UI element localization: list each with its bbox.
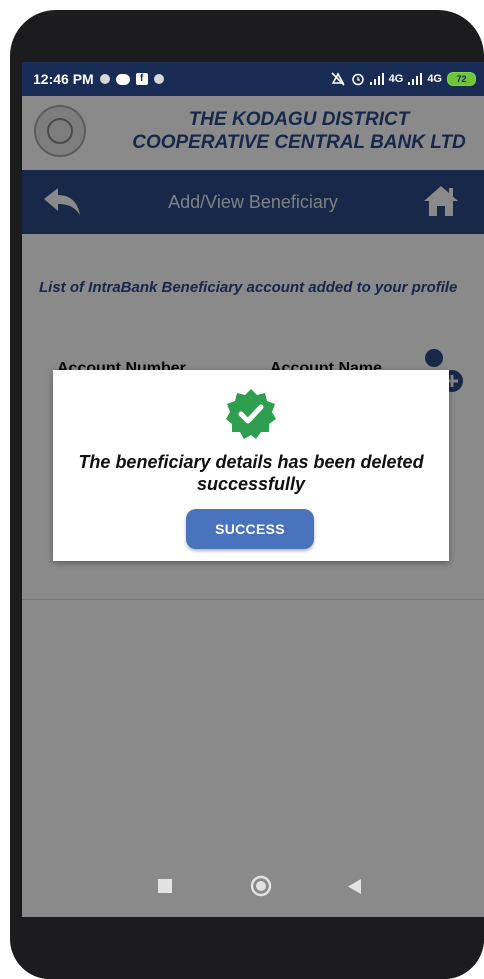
facebook-icon: f <box>135 73 148 85</box>
signal-icon <box>369 73 384 85</box>
notification-dot-icon <box>99 74 110 84</box>
system-nav-bar <box>22 852 484 917</box>
app-screen: 12:46 PM f 4G 4G 72 THE KODAGU DISTRICT … <box>22 62 484 917</box>
phone-bottom-bezel <box>22 917 484 979</box>
verified-check-icon <box>226 389 276 439</box>
home-circle-icon[interactable] <box>250 875 272 897</box>
alarm-icon <box>351 73 364 86</box>
network-type-1: 4G <box>388 73 404 85</box>
battery-icon: 72 <box>447 72 476 86</box>
phone-frame: 12:46 PM f 4G 4G 72 THE KODAGU DISTRICT … <box>10 10 484 979</box>
status-bar: 12:46 PM f 4G 4G 72 <box>22 62 484 96</box>
notification-dot-icon <box>153 74 164 84</box>
mute-icon <box>331 72 345 86</box>
recents-square-icon[interactable] <box>158 879 172 893</box>
signal-icon <box>408 73 423 85</box>
battery-level: 72 <box>456 74 467 84</box>
network-type-2: 4G <box>427 73 442 85</box>
success-dialog: The beneficiary details has been deleted… <box>53 370 449 561</box>
back-triangle-icon[interactable] <box>348 879 362 894</box>
success-button[interactable]: SUCCESS <box>186 509 314 549</box>
chat-icon <box>115 73 130 85</box>
dialog-message: The beneficiary details has been deleted… <box>78 452 424 494</box>
status-time: 12:46 PM <box>33 71 94 87</box>
